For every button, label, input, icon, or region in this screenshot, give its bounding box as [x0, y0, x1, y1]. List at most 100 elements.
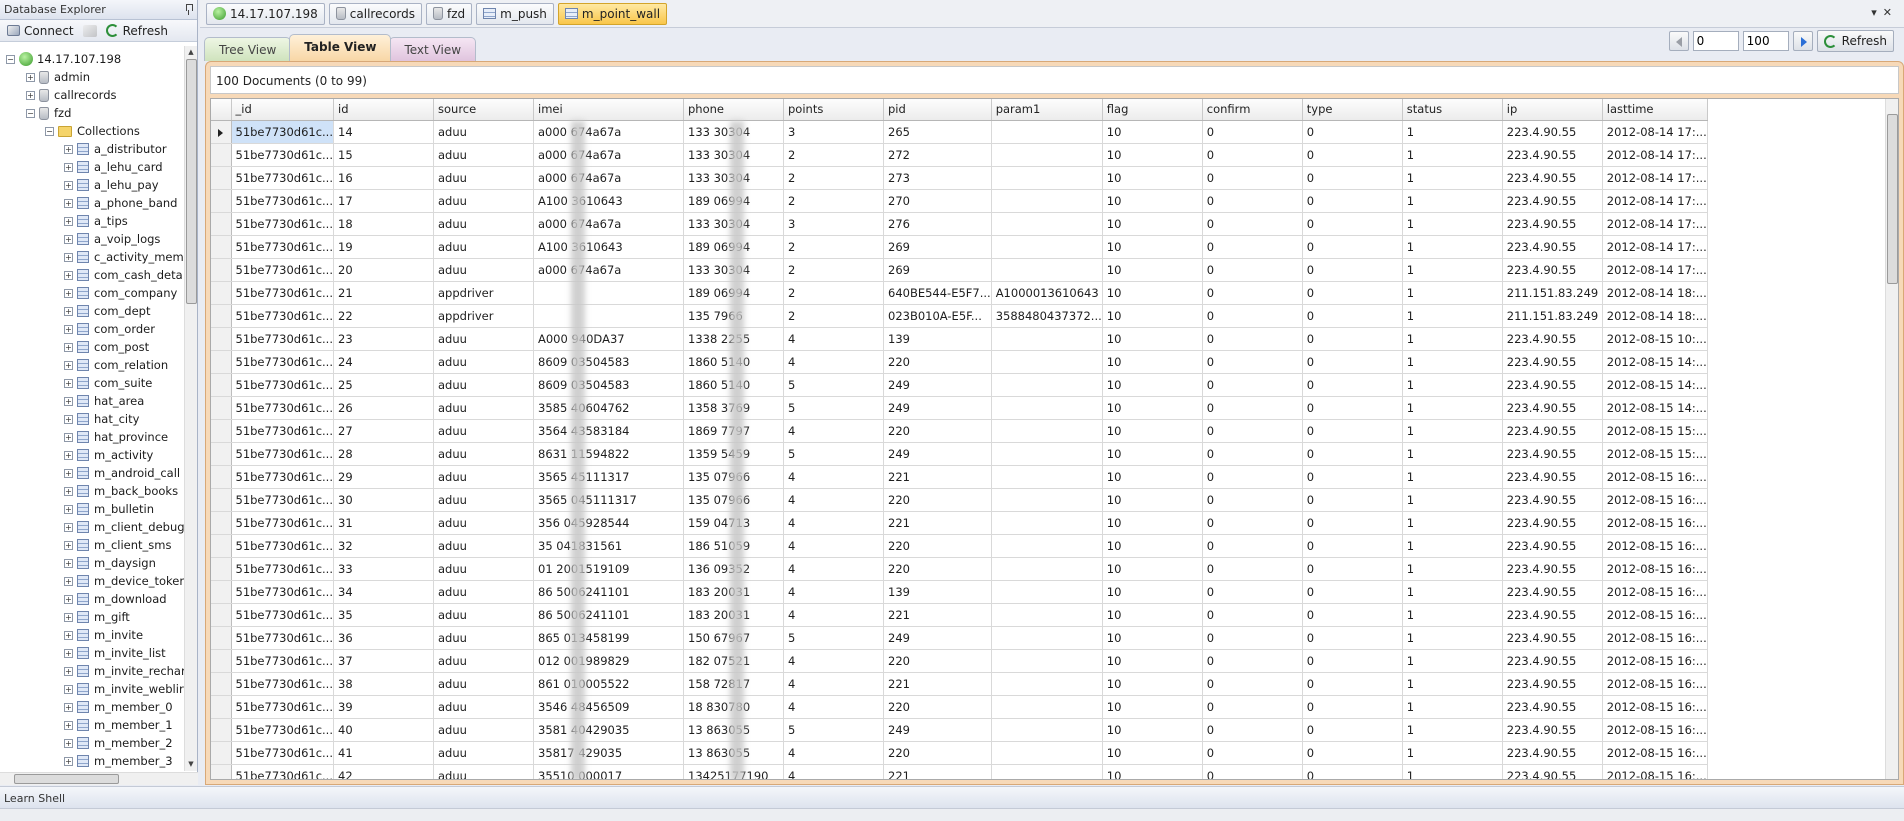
table-cell[interactable]: 3585 40604762	[533, 396, 684, 420]
table-cell[interactable]: 220	[883, 649, 992, 673]
row-header[interactable]	[211, 166, 232, 190]
table-cell[interactable]: 272	[883, 143, 992, 167]
table-cell[interactable]: aduu	[433, 626, 534, 650]
table-row[interactable]: 51be7730d61c... 25 aduu 8609 03504583 1860 5…	[211, 373, 1708, 397]
table-cell[interactable]: 35817 429035	[533, 741, 684, 765]
table-cell[interactable]: 0	[1202, 189, 1303, 213]
table-cell[interactable]: a000 674a67a	[533, 212, 684, 236]
table-cell[interactable]: 2012-08-15 16:...	[1602, 511, 1708, 535]
tree-node-collection[interactable]: + com_dept	[0, 302, 184, 320]
table-cell[interactable]: 0	[1302, 580, 1403, 604]
table-cell[interactable]: 0	[1202, 235, 1303, 259]
table-cell[interactable]: 10	[1102, 212, 1203, 236]
row-header[interactable]	[211, 465, 232, 489]
table-cell[interactable]: 0	[1202, 511, 1303, 535]
table-cell[interactable]: 5	[783, 373, 884, 397]
row-header[interactable]	[211, 327, 232, 351]
table-cell[interactable]: 41	[333, 741, 434, 765]
table-cell[interactable]	[991, 258, 1103, 282]
table-cell[interactable]: 10	[1102, 557, 1203, 581]
expand-icon[interactable]: +	[26, 72, 35, 82]
table-cell[interactable]: aduu	[433, 557, 534, 581]
table-cell[interactable]: 10	[1102, 534, 1203, 558]
explorer-vertical-scrollbar[interactable]: ▲ ▼	[184, 46, 197, 771]
table-cell[interactable]: 0	[1202, 373, 1303, 397]
table-cell[interactable]: 2012-08-15 14:...	[1602, 396, 1708, 420]
table-cell[interactable]: 4	[783, 465, 884, 489]
next-page-button[interactable]	[1792, 31, 1813, 51]
table-cell[interactable]: 861 010005522	[533, 672, 684, 696]
table-cell[interactable]: 4	[783, 488, 884, 512]
table-cell[interactable]: 3565 045111317	[533, 488, 684, 512]
table-cell[interactable]: 20	[333, 258, 434, 282]
table-cell[interactable]: 0	[1302, 442, 1403, 466]
table-cell[interactable]: 2012-08-15 16:...	[1602, 557, 1708, 581]
table-cell[interactable]: aduu	[433, 741, 534, 765]
expand-icon[interactable]: +	[64, 180, 73, 190]
table-cell[interactable]: 223.4.90.55	[1502, 649, 1603, 673]
table-cell[interactable]: 221	[883, 603, 992, 627]
table-cell[interactable]: 0	[1302, 235, 1403, 259]
table-cell[interactable]: 0	[1202, 557, 1303, 581]
table-cell[interactable]: 4	[783, 557, 884, 581]
table-cell[interactable]: 35 041831561	[533, 534, 684, 558]
tree-node-collection[interactable]: + com_company	[0, 284, 184, 302]
table-cell[interactable]: 220	[883, 488, 992, 512]
column-header[interactable]: imei	[533, 99, 684, 121]
table-cell[interactable]: 223.4.90.55	[1502, 143, 1603, 167]
table-cell[interactable]: 223.4.90.55	[1502, 580, 1603, 604]
table-cell[interactable]: 3546 48456509	[533, 695, 684, 719]
table-cell[interactable]: 4	[783, 419, 884, 443]
table-cell[interactable]	[991, 603, 1103, 627]
column-header[interactable]: phone	[683, 99, 784, 121]
table-cell[interactable]: 223.4.90.55	[1502, 396, 1603, 420]
expand-icon[interactable]: +	[64, 486, 73, 496]
table-cell[interactable]: 223.4.90.55	[1502, 235, 1603, 259]
table-cell[interactable]: 1	[1402, 212, 1503, 236]
table-cell[interactable]: 1	[1402, 258, 1503, 282]
table-cell[interactable]: 211.151.83.249	[1502, 304, 1603, 328]
table-cell[interactable]: 32	[333, 534, 434, 558]
table-cell[interactable]: 38	[333, 672, 434, 696]
table-cell[interactable]: 223.4.90.55	[1502, 327, 1603, 351]
table-row[interactable]: 51be7730d61c... 23 aduu A000 940DA37 1338 22…	[211, 327, 1708, 351]
row-header[interactable]	[211, 718, 232, 742]
tree-node-collection[interactable]: + com_relation	[0, 356, 184, 374]
table-cell[interactable]: 249	[883, 396, 992, 420]
expand-icon[interactable]: +	[64, 414, 73, 424]
table-cell[interactable]: 51be7730d61c...	[231, 580, 334, 604]
table-cell[interactable]: 223.4.90.55	[1502, 511, 1603, 535]
expand-icon[interactable]: +	[64, 612, 73, 622]
table-cell[interactable]: 640BE544-E5F7...	[883, 281, 992, 305]
table-cell[interactable]: 012 001989829	[533, 649, 684, 673]
table-cell[interactable]: 10	[1102, 304, 1203, 328]
table-cell[interactable]: 2012-08-15 16:...	[1602, 764, 1708, 779]
table-cell[interactable]	[991, 396, 1103, 420]
table-cell[interactable]: 2012-08-15 14:...	[1602, 373, 1708, 397]
table-cell[interactable]: 0	[1202, 649, 1303, 673]
table-cell[interactable]	[991, 189, 1103, 213]
expand-icon[interactable]: +	[64, 360, 73, 370]
table-cell[interactable]: 51be7730d61c...	[231, 373, 334, 397]
table-cell[interactable]: 269	[883, 235, 992, 259]
table-cell[interactable]: 220	[883, 695, 992, 719]
table-cell[interactable]: 223.4.90.55	[1502, 764, 1603, 779]
table-cell[interactable]: 2012-08-15 16:...	[1602, 672, 1708, 696]
tree-node-collection[interactable]: + com_suite	[0, 374, 184, 392]
table-cell[interactable]: 2012-08-15 16:...	[1602, 649, 1708, 673]
table-cell[interactable]	[991, 143, 1103, 167]
tree-node-collection[interactable]: + a_lehu_card	[0, 158, 184, 176]
table-cell[interactable]: 2012-08-15 16:...	[1602, 695, 1708, 719]
table-cell[interactable]: 221	[883, 511, 992, 535]
column-header[interactable]: flag	[1102, 99, 1203, 121]
table-cell[interactable]: 15	[333, 143, 434, 167]
table-cell[interactable]: 0	[1302, 396, 1403, 420]
table-cell[interactable]: 10	[1102, 327, 1203, 351]
expand-icon[interactable]: +	[64, 144, 73, 154]
table-cell[interactable]: 26	[333, 396, 434, 420]
table-cell[interactable]: 36	[333, 626, 434, 650]
expand-icon[interactable]: +	[64, 648, 73, 658]
table-cell[interactable]: 25	[333, 373, 434, 397]
table-cell[interactable]: 223.4.90.55	[1502, 120, 1603, 144]
table-cell[interactable]: 270	[883, 189, 992, 213]
